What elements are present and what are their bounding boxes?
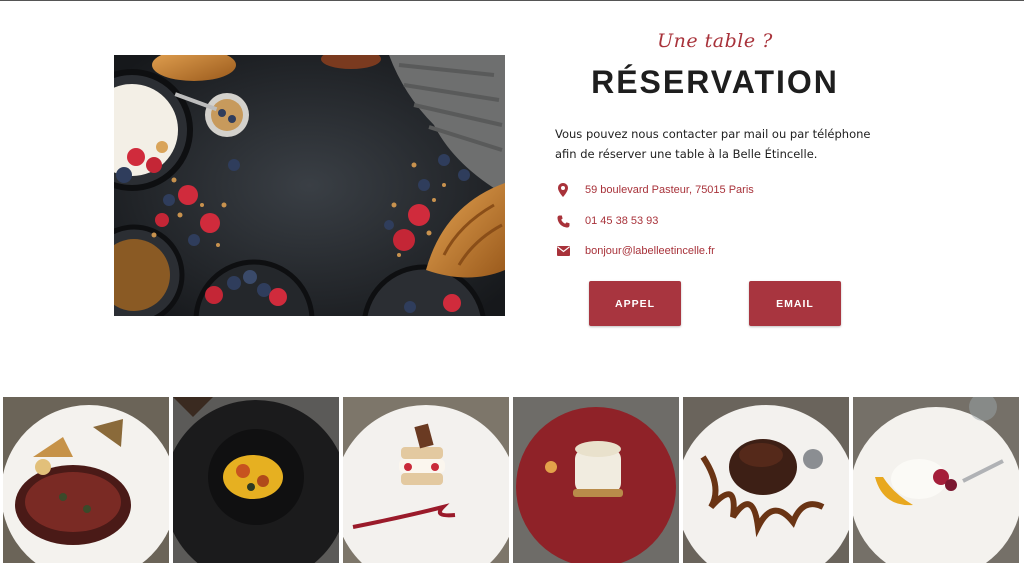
gallery-photo-cheesecake[interactable] xyxy=(513,397,679,563)
gallery-photo-millefeuille[interactable] xyxy=(343,397,509,563)
phone-icon xyxy=(555,213,571,229)
page-title: RÉSERVATION xyxy=(591,64,839,100)
contact-address: 59 boulevard Pasteur, 75015 Paris xyxy=(555,181,754,199)
call-button[interactable]: APPEL xyxy=(589,281,681,326)
envelope-icon xyxy=(555,243,571,259)
section-kicker: Une table ? xyxy=(657,30,773,52)
email-address-link[interactable]: bonjour@labelleetincelle.fr xyxy=(585,245,715,257)
email-button[interactable]: EMAIL xyxy=(749,281,841,326)
gallery-photo-pavlova[interactable] xyxy=(853,397,1019,563)
phone-number-link[interactable]: 01 45 38 53 93 xyxy=(585,215,658,227)
gallery-photo-dark-bowl[interactable] xyxy=(173,397,339,563)
address-text: 59 boulevard Pasteur, 75015 Paris xyxy=(585,184,754,196)
intro-text: Vous pouvez nous contacter par mail ou p… xyxy=(555,127,871,161)
map-marker-icon xyxy=(555,182,571,198)
top-divider xyxy=(0,0,1024,1)
gallery-photo-chocolate-fondant[interactable] xyxy=(683,397,849,563)
gallery-photo-steak[interactable] xyxy=(3,397,169,563)
hero-breakfast-image xyxy=(114,55,505,316)
contact-email[interactable]: bonjour@labelleetincelle.fr xyxy=(555,242,715,260)
contact-phone[interactable]: 01 45 38 53 93 xyxy=(555,212,658,230)
dish-gallery xyxy=(3,397,1021,563)
